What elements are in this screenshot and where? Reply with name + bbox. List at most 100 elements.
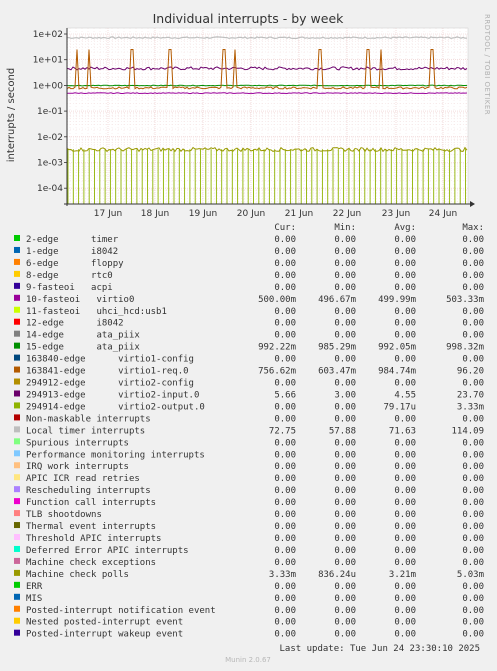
legend-row: 11-fasteoi uhci_hcd:usb1 0.00 0.00 0.00 0.00 bbox=[14, 306, 484, 317]
legend-label: TLB shootdowns bbox=[26, 510, 102, 520]
legend-value-cur: 5.66 bbox=[274, 390, 296, 400]
legend-swatch bbox=[14, 390, 20, 397]
legend-value-max: 0.00 bbox=[462, 438, 484, 448]
x-tick-label: 23 Jun bbox=[382, 209, 410, 219]
legend-value-max: 0.00 bbox=[462, 486, 484, 496]
legend-label: 163841-edge virtio1-req.0 bbox=[26, 367, 189, 377]
legend-swatch bbox=[14, 282, 20, 289]
legend-value-avg: 0.00 bbox=[394, 534, 416, 544]
legend-value-max: 0.00 bbox=[462, 546, 484, 556]
legend-label: 1-edge i8042 bbox=[26, 247, 118, 257]
legend-label: APIC ICR read retries bbox=[26, 474, 140, 484]
y-tick-label: 1e+00 bbox=[33, 81, 64, 91]
legend-value-cur: 0.00 bbox=[274, 582, 296, 592]
legend-value-min: 3.00 bbox=[334, 390, 356, 400]
legend-swatch bbox=[14, 569, 20, 576]
legend-value-avg: 3.21m bbox=[389, 570, 416, 580]
legend-value-min: 0.00 bbox=[334, 355, 356, 365]
legend-value-avg: 0.00 bbox=[394, 582, 416, 592]
rrdtool-credit: RRDTOOL / TOBI OETIKER bbox=[483, 14, 491, 115]
legend-value-avg: 71.63 bbox=[389, 426, 416, 436]
legend-row: Machine check polls 3.33m 836.24u 3.21m 5.03… bbox=[14, 569, 484, 580]
legend-swatch bbox=[14, 510, 20, 517]
legend-label: Spurious interrupts bbox=[26, 438, 129, 448]
legend-value-cur: 992.22m bbox=[258, 343, 296, 353]
legend: 2-edge timer 0.00 0.00 0.00 0.00 1-edge i8042… bbox=[14, 235, 484, 640]
legend-value-cur: 500.00m bbox=[258, 295, 296, 305]
legend-label: 294912-edge virtio2-config bbox=[26, 379, 194, 389]
legend-swatch bbox=[14, 462, 20, 469]
legend-swatch bbox=[14, 545, 20, 552]
legend-swatch bbox=[14, 258, 20, 265]
legend-swatch bbox=[14, 235, 20, 241]
legend-value-max: 5.03m bbox=[457, 570, 484, 580]
legend-value-min: 985.29m bbox=[318, 343, 356, 353]
legend-row: Function call interrupts 0.00 0.00 0.00 0.00 bbox=[14, 498, 484, 508]
legend-value-min: 0.00 bbox=[334, 438, 356, 448]
legend-header: Cur: Min: Avg: Max: bbox=[274, 223, 484, 233]
legend-value-cur: 0.00 bbox=[274, 630, 296, 640]
y-tick-label: 1e+02 bbox=[33, 30, 63, 40]
legend-value-avg: 0.00 bbox=[394, 546, 416, 556]
legend-column-header: Cur: bbox=[274, 223, 296, 233]
legend-value-avg: 0.00 bbox=[394, 355, 416, 365]
legend-value-cur: 0.00 bbox=[274, 534, 296, 544]
legend-value-avg: 0.00 bbox=[394, 630, 416, 640]
legend-value-cur: 0.00 bbox=[274, 438, 296, 448]
legend-value-min: 0.00 bbox=[334, 558, 356, 568]
legend-label: 12-edge i8042 bbox=[26, 319, 124, 329]
legend-label: MIS bbox=[26, 594, 42, 604]
legend-value-avg: 0.00 bbox=[394, 414, 416, 424]
legend-value-min: 0.00 bbox=[334, 331, 356, 341]
legend-value-avg: 0.00 bbox=[394, 331, 416, 341]
x-tick-label: 19 Jun bbox=[189, 209, 217, 219]
legend-value-min: 0.00 bbox=[334, 510, 356, 520]
legend-value-avg: 4.55 bbox=[394, 390, 416, 400]
x-tick-label: 22 Jun bbox=[333, 209, 361, 219]
legend-value-avg: 499.99m bbox=[378, 295, 416, 305]
legend-swatch bbox=[14, 270, 20, 277]
legend-value-max: 3.33m bbox=[457, 402, 484, 412]
legend-label: 2-edge timer bbox=[26, 235, 119, 245]
legend-swatch bbox=[14, 426, 20, 433]
legend-value-min: 0.00 bbox=[334, 450, 356, 460]
legend-value-avg: 0.00 bbox=[394, 606, 416, 616]
legend-row: 163840-edge virtio1-config 0.00 0.00 0.00 0.… bbox=[14, 354, 484, 365]
legend-value-cur: 0.00 bbox=[274, 486, 296, 496]
legend-value-max: 0.00 bbox=[462, 235, 484, 245]
legend-label: Threshold APIC interrupts bbox=[26, 534, 161, 544]
legend-swatch bbox=[14, 414, 20, 421]
legend-row: 1-edge i8042 0.00 0.00 0.00 0.00 bbox=[14, 246, 484, 257]
x-tick-labels: 17 Jun 18 Jun 19 Jun 20 Jun 21 Jun 22 Jun 23 J… bbox=[94, 209, 457, 219]
legend-value-avg: 0.00 bbox=[394, 486, 416, 496]
legend-value-min: 0.00 bbox=[334, 582, 356, 592]
legend-value-avg: 0.00 bbox=[394, 558, 416, 568]
legend-row: Thermal event interrupts 0.00 0.00 0.00 0.00 bbox=[14, 522, 484, 532]
legend-value-min: 0.00 bbox=[334, 414, 356, 424]
legend-row: 8-edge rtc0 0.00 0.00 0.00 0.00 bbox=[14, 270, 484, 281]
legend-label: 294913-edge virtio2-input.0 bbox=[26, 390, 199, 400]
x-tick-label: 17 Jun bbox=[94, 209, 122, 219]
legend-row: Machine check exceptions 0.00 0.00 0.00 0.00 bbox=[14, 557, 484, 568]
legend-value-min: 0.00 bbox=[334, 283, 356, 293]
legend-label: 8-edge rtc0 bbox=[26, 271, 113, 281]
legend-label: IRQ work interrupts bbox=[26, 462, 129, 472]
legend-swatch bbox=[14, 498, 20, 505]
legend-value-avg: 0.00 bbox=[394, 510, 416, 520]
legend-value-avg: 79.17u bbox=[383, 402, 416, 412]
legend-value-max: 503.33m bbox=[446, 295, 484, 305]
interrupts-chart: Individual interrupts - by week interrup… bbox=[6, 11, 491, 664]
legend-value-min: 603.47m bbox=[318, 367, 356, 377]
legend-value-avg: 0.00 bbox=[394, 379, 416, 389]
legend-value-max: 0.00 bbox=[462, 522, 484, 532]
legend-value-max: 0.00 bbox=[462, 462, 484, 472]
legend-row: 12-edge i8042 0.00 0.00 0.00 0.00 bbox=[14, 318, 484, 329]
x-axis-arrow bbox=[470, 201, 475, 207]
legend-value-avg: 0.00 bbox=[394, 594, 416, 604]
legend-label: 10-fasteoi virtio0 bbox=[26, 295, 134, 305]
legend-value-max: 0.00 bbox=[462, 247, 484, 257]
legend-label: 15-edge ata_piix bbox=[26, 343, 140, 353]
legend-value-avg: 0.00 bbox=[394, 474, 416, 484]
legend-swatch bbox=[14, 246, 20, 253]
legend-swatch bbox=[14, 354, 20, 361]
